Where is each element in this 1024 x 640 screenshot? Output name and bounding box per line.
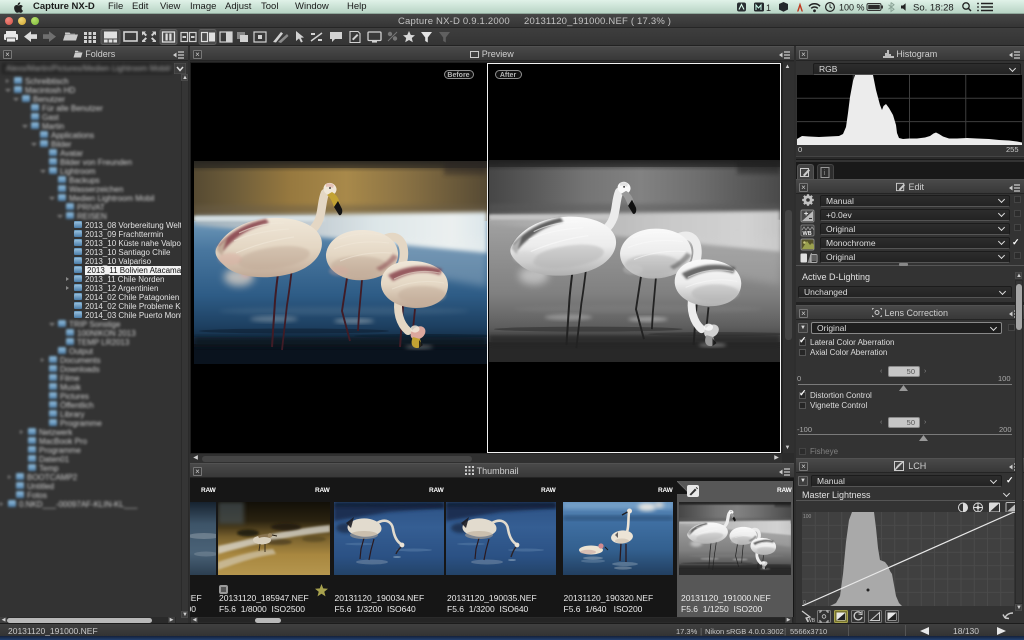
svg-text:1: 1 [766, 3, 771, 13]
svg-text:100: 100 [803, 514, 812, 520]
svg-text:WB: WB [803, 231, 812, 237]
svg-text:i: i [824, 170, 826, 177]
svg-text:100 %: 100 % [839, 3, 865, 13]
svg-text:0: 0 [803, 600, 806, 606]
svg-text:So. 18:28: So. 18:28 [913, 3, 954, 14]
